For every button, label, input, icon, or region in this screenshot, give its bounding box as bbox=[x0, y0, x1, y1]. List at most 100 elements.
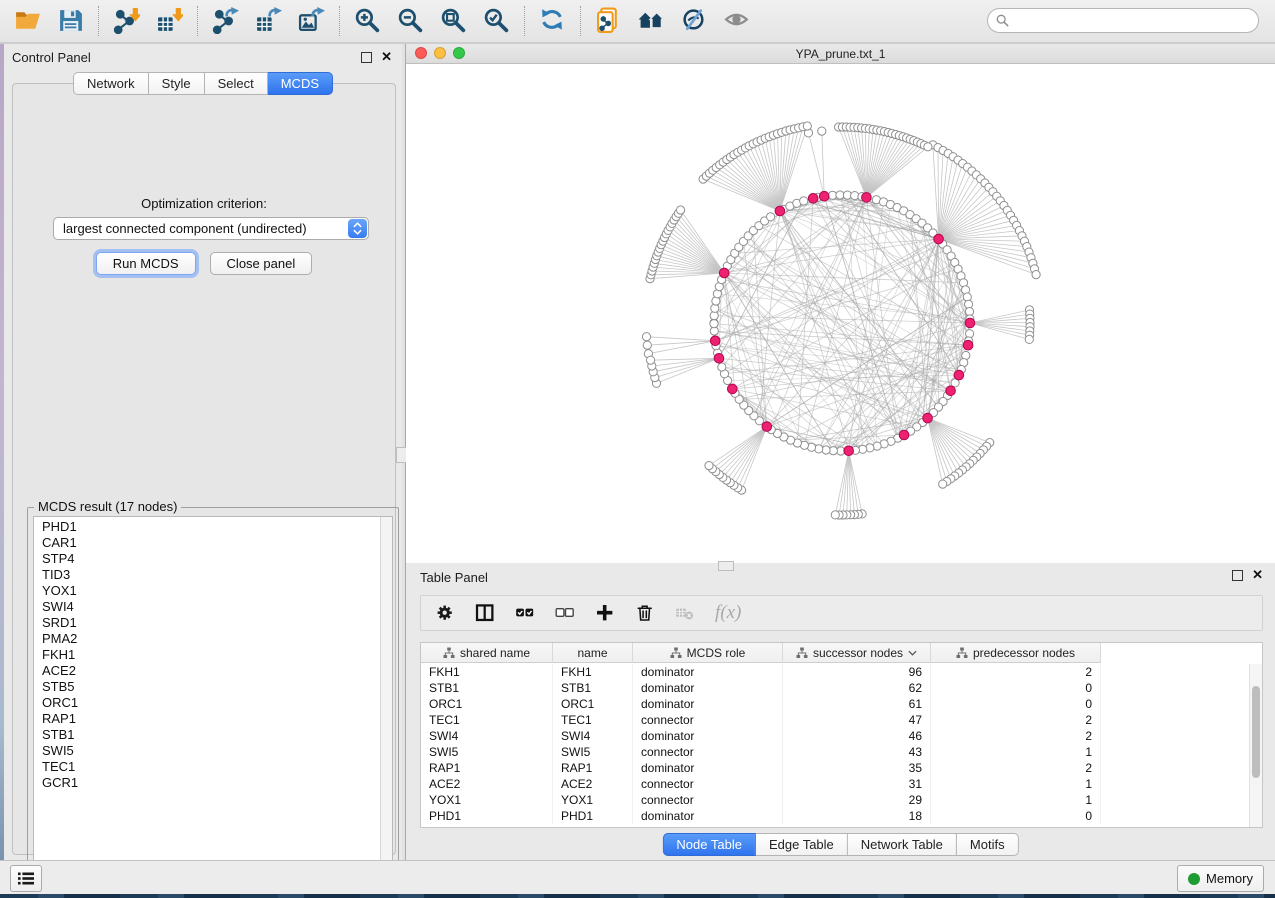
mcds-result-item[interactable]: PHD1 bbox=[42, 519, 381, 535]
table-row[interactable]: YOX1YOX1connector291 bbox=[421, 792, 1250, 808]
mcds-result-item[interactable]: SRD1 bbox=[42, 615, 381, 631]
export-table-button[interactable] bbox=[255, 7, 282, 34]
network-hub-node[interactable] bbox=[710, 336, 720, 346]
mcds-result-item[interactable]: TEC1 bbox=[42, 759, 381, 775]
delete-column-button[interactable] bbox=[635, 603, 656, 624]
network-hub-node[interactable] bbox=[954, 370, 964, 380]
network-hub-node[interactable] bbox=[819, 191, 829, 201]
network-hub-node[interactable] bbox=[934, 234, 944, 244]
network-node[interactable] bbox=[647, 356, 655, 364]
refresh-button[interactable] bbox=[539, 7, 566, 34]
table-row[interactable]: SWI5SWI5connector431 bbox=[421, 744, 1250, 760]
network-graph[interactable] bbox=[406, 64, 1275, 563]
mcds-result-item[interactable]: TID3 bbox=[42, 567, 381, 583]
column-header-mcds-role[interactable]: MCDS role bbox=[633, 643, 783, 663]
share-document-button[interactable] bbox=[595, 7, 622, 34]
zoom-fit-button[interactable] bbox=[440, 7, 467, 34]
import-table-button[interactable] bbox=[156, 7, 183, 34]
mcds-result-scrollbar[interactable] bbox=[380, 517, 392, 872]
network-node[interactable] bbox=[800, 197, 808, 205]
save-button[interactable] bbox=[57, 7, 84, 34]
criterion-dropdown[interactable]: largest connected component (undirected) bbox=[53, 217, 369, 240]
mcds-result-item[interactable]: SWI5 bbox=[42, 743, 381, 759]
network-node[interactable] bbox=[718, 363, 726, 371]
table-panel-close-icon[interactable]: ✕ bbox=[1252, 569, 1263, 581]
mcds-result-item[interactable]: FKH1 bbox=[42, 647, 381, 663]
network-node[interactable] bbox=[642, 333, 650, 341]
home-button[interactable] bbox=[638, 7, 665, 34]
network-node[interactable] bbox=[939, 480, 947, 488]
network-hub-node[interactable] bbox=[775, 206, 785, 216]
tab-motifs[interactable]: Motifs bbox=[957, 833, 1019, 856]
network-node[interactable] bbox=[1032, 271, 1040, 279]
mcds-result-item[interactable]: GCR1 bbox=[42, 775, 381, 791]
search-box[interactable] bbox=[987, 8, 1259, 33]
network-node[interactable] bbox=[924, 143, 932, 151]
mcds-result-item[interactable]: PMA2 bbox=[42, 631, 381, 647]
network-node[interactable] bbox=[710, 320, 718, 328]
select-all-button[interactable] bbox=[515, 603, 536, 624]
column-header-name[interactable]: name bbox=[553, 643, 633, 663]
tab-node-table[interactable]: Node Table bbox=[662, 833, 756, 856]
network-node[interactable] bbox=[1025, 335, 1033, 343]
column-header-successor-nodes[interactable]: successor nodes bbox=[783, 643, 931, 663]
network-window-titlebar[interactable]: YPA_prune.txt_1 bbox=[406, 44, 1275, 64]
run-mcds-button[interactable]: Run MCDS bbox=[96, 252, 196, 275]
tab-network[interactable]: Network bbox=[73, 72, 149, 95]
table-scrollbar-thumb[interactable] bbox=[1252, 686, 1260, 778]
zoom-in-button[interactable] bbox=[354, 7, 381, 34]
search-input[interactable] bbox=[1014, 13, 1250, 29]
zoom-selected-button[interactable] bbox=[483, 7, 510, 34]
tab-edge-table[interactable]: Edge Table bbox=[756, 833, 848, 856]
tab-network-table[interactable]: Network Table bbox=[848, 833, 957, 856]
deselect-all-button[interactable] bbox=[555, 603, 576, 624]
mcds-result-item[interactable]: SWI4 bbox=[42, 599, 381, 615]
network-hub-node[interactable] bbox=[719, 268, 729, 278]
table-scrollbar[interactable] bbox=[1249, 664, 1262, 827]
network-node[interactable] bbox=[677, 206, 685, 214]
table-row[interactable]: ORC1ORC1dominator610 bbox=[421, 696, 1250, 712]
network-hub-node[interactable] bbox=[862, 193, 872, 203]
task-history-button[interactable] bbox=[10, 865, 42, 892]
table-row[interactable]: FKH1FKH1dominator962 bbox=[421, 664, 1250, 680]
network-node[interactable] bbox=[803, 122, 811, 130]
export-network-button[interactable] bbox=[212, 7, 239, 34]
zoom-out-button[interactable] bbox=[397, 7, 424, 34]
network-node[interactable] bbox=[818, 127, 826, 135]
add-column-button[interactable] bbox=[595, 603, 616, 624]
network-node[interactable] bbox=[705, 462, 713, 470]
network-hub-node[interactable] bbox=[899, 430, 909, 440]
network-node[interactable] bbox=[767, 213, 775, 221]
table-row[interactable]: PHD1PHD1dominator180 bbox=[421, 808, 1250, 824]
split-columns-button[interactable] bbox=[475, 603, 496, 624]
mcds-result-item[interactable]: RAP1 bbox=[42, 711, 381, 727]
table-row[interactable]: SWI4SWI4dominator462 bbox=[421, 728, 1250, 744]
open-button[interactable] bbox=[14, 7, 41, 34]
network-node[interactable] bbox=[963, 293, 971, 301]
mcds-result-item[interactable]: STB1 bbox=[42, 727, 381, 743]
network-hub-node[interactable] bbox=[844, 446, 854, 456]
tab-style[interactable]: Style bbox=[149, 72, 205, 95]
network-hub-node[interactable] bbox=[808, 194, 818, 204]
network-hub-node[interactable] bbox=[762, 422, 772, 432]
network-hub-node[interactable] bbox=[963, 340, 973, 350]
table-row[interactable]: RAP1RAP1dominator352 bbox=[421, 760, 1250, 776]
hide-graphics-button[interactable] bbox=[681, 7, 708, 34]
table-row[interactable]: ACE2ACE2connector311 bbox=[421, 776, 1250, 792]
mcds-result-item[interactable]: STP4 bbox=[42, 551, 381, 567]
table-row[interactable]: TEC1TEC1connector472 bbox=[421, 712, 1250, 728]
mcds-result-item[interactable]: STB5 bbox=[42, 679, 381, 695]
mcds-result-item[interactable]: CAR1 bbox=[42, 535, 381, 551]
tab-mcds[interactable]: MCDS bbox=[268, 72, 333, 95]
network-node[interactable] bbox=[643, 341, 651, 349]
control-panel-close-icon[interactable]: ✕ bbox=[381, 51, 392, 63]
network-node[interactable] bbox=[831, 511, 839, 519]
close-panel-button[interactable]: Close panel bbox=[210, 252, 313, 275]
table-row[interactable]: STB1STB1dominator620 bbox=[421, 680, 1250, 696]
table-settings-button[interactable] bbox=[435, 603, 456, 624]
network-hub-node[interactable] bbox=[728, 384, 738, 394]
table-panel-float-icon[interactable] bbox=[1232, 570, 1243, 581]
column-header-shared-name[interactable]: shared name bbox=[421, 643, 553, 663]
column-header-predecessor-nodes[interactable]: predecessor nodes bbox=[931, 643, 1101, 663]
export-image-button[interactable] bbox=[298, 7, 325, 34]
